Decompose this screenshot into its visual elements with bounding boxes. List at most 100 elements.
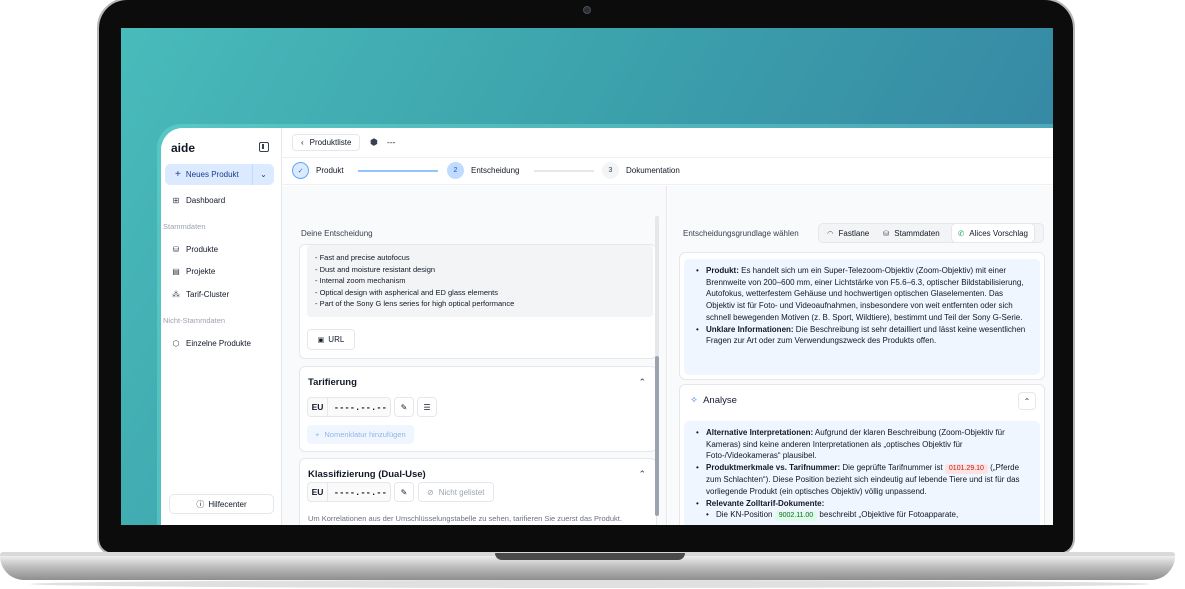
step-1-check-icon[interactable]: ✓ <box>292 162 309 179</box>
klassifizierung-card: Klassifizierung (Dual-Use) ⌃ EU ----.--.… <box>299 458 657 525</box>
back-label: Produktliste <box>309 138 352 147</box>
tab-label: Alices Vorschlag <box>969 228 1028 238</box>
tab-fastlane[interactable]: ◠ Fastlane <box>827 224 869 242</box>
topbar: ‹ Produktliste ⬢ --- <box>282 128 1053 158</box>
basis-panel: Entscheidungsgrundlage wählen ◠ Fastlane… <box>668 186 1053 525</box>
basis-selector: ◠ Fastlane ⛁ Stammdaten ✆ Alices Vorschl… <box>818 223 1044 243</box>
sparkle-icon: ✧ <box>690 395 698 406</box>
help-icon: ⓘ <box>196 499 205 509</box>
cube-icon: ⬢ <box>370 137 378 147</box>
analyse-item: Alternative Interpretationen: Aufgrund d… <box>696 427 1032 462</box>
decision-panel: Deine Entscheidung - Fast and precise au… <box>282 186 667 525</box>
edit-icon[interactable]: ✎ <box>394 482 414 502</box>
analyse-title: ✧ Analyse <box>690 395 737 406</box>
analyse-box: Alternative Interpretationen: Aufgrund d… <box>684 421 1040 525</box>
description-line: - Part of the Sony G lens series for hig… <box>315 299 515 309</box>
chevron-up-icon[interactable]: ⌃ <box>638 469 646 480</box>
edit-icon[interactable]: ✎ <box>394 397 414 417</box>
step-connector <box>358 170 438 172</box>
chevron-down-icon[interactable]: ⌄ <box>252 164 274 185</box>
add-nomenclature-label: Nomenklatur hinzufügen <box>324 430 406 439</box>
region-label: EU <box>308 398 328 416</box>
step-1-label[interactable]: Produkt <box>316 166 344 175</box>
cluster-icon: ⁂ <box>172 290 180 299</box>
help-center-label: Hilfecenter <box>208 499 247 509</box>
step-2-indicator[interactable]: 2 <box>447 162 464 179</box>
analyse-subitem: Die KN-Position 9002.11.00 beschreibt „O… <box>696 509 1032 522</box>
logo: aide <box>171 141 196 155</box>
sidebar-item-einzelne-produkte[interactable]: ⬡ Einzelne Produkte <box>171 339 251 348</box>
sidebar-item-label: Einzelne Produkte <box>186 339 251 348</box>
new-product-button[interactable]: + Neues Produkt ⌄ <box>165 164 274 185</box>
laptop-shadow <box>30 580 1150 588</box>
url-label: URL <box>328 335 345 344</box>
sidebar-section-nicht-stammdaten: Nicht-Stammdaten <box>163 316 226 325</box>
tarifierung-card: Tarifierung ⌃ EU ----.--.-- ✎ ☰ + Nomenk… <box>299 366 657 452</box>
stepper: ✓ Produkt 2 Entscheidung 3 Dokumentation <box>282 159 1053 185</box>
tarifierung-title: Tarifierung <box>308 377 357 388</box>
ban-icon: ⊘ <box>427 487 434 497</box>
step-3-label[interactable]: Dokumentation <box>626 166 680 175</box>
product-description-card: - Fast and precise autofocus - Dust and … <box>299 244 657 359</box>
step-2-label[interactable]: Entscheidung <box>471 166 519 175</box>
dual-use-code: ----.--.-- <box>334 487 388 497</box>
klassifizierung-title: Klassifizierung (Dual-Use) <box>308 469 426 480</box>
sidebar-item-label: Projekte <box>186 267 216 276</box>
tarif-hint-text: Um Korrelationen aus der Umschlüsselungs… <box>308 514 622 523</box>
tariff-number-badge: 0101.29.10 <box>944 464 988 475</box>
step-3-indicator[interactable]: 3 <box>602 162 619 179</box>
sidebar-item-dashboard[interactable]: ⊞ Dashboard <box>171 196 226 205</box>
sidebar-section-stammdaten: Stammdaten <box>163 222 206 231</box>
region-label: EU <box>308 483 328 501</box>
description-line: - Internal zoom mechanism <box>315 276 406 286</box>
new-product-label: Neues Produkt <box>185 170 239 179</box>
tab-alices-vorschlag[interactable]: ✆ Alices Vorschlag <box>952 224 1034 242</box>
decision-panel-title: Deine Entscheidung <box>301 229 373 238</box>
plus-icon: + <box>315 430 320 439</box>
sidebar: aide + Neues Produkt ⌄ ⊞ Dashboard Stamm… <box>161 128 282 525</box>
analyse-card: ✧ Analyse ⌃ Alternative Interpretationen… <box>679 384 1045 525</box>
chevron-up-icon[interactable]: ⌃ <box>1018 392 1036 410</box>
analyse-item: Relevante Zolltarif-Dokumente: <box>696 498 1032 510</box>
step-connector <box>534 170 594 172</box>
kn-position-badge: 9002.11.00 <box>774 511 818 522</box>
product-description: - Fast and precise autofocus - Dust and … <box>307 245 653 317</box>
list-icon[interactable]: ☰ <box>417 397 437 417</box>
gauge-icon: ◠ <box>827 228 834 238</box>
chevron-up-icon[interactable]: ⌃ <box>638 377 646 388</box>
description-line: - Dust and moisture resistant design <box>315 264 436 274</box>
sidebar-item-produkte[interactable]: ⛁ Produkte <box>171 245 218 254</box>
database-icon: ⛁ <box>883 228 890 238</box>
description-line: - Optical design with aspherical and ED … <box>315 287 499 297</box>
analyse-item: Produktmerkmale vs. Tarifnummer: Die gep… <box>696 462 1032 497</box>
dual-use-code-field[interactable]: EU ----.--.-- <box>307 482 391 502</box>
summary-card: Produkt: Es handelt sich um ein Super-Te… <box>679 252 1045 380</box>
scrollbar-thumb[interactable] <box>655 356 659 516</box>
sidebar-item-projekte[interactable]: ▤ Projekte <box>171 267 215 276</box>
help-center-button[interactable]: ⓘ Hilfecenter <box>169 494 274 514</box>
tab-label: Stammdaten <box>894 228 940 238</box>
url-button[interactable]: ▣ URL <box>307 329 355 350</box>
sidebar-collapse-icon[interactable] <box>259 142 269 152</box>
scrollbar[interactable] <box>655 216 659 516</box>
tarif-code-field[interactable]: EU ----.--.-- <box>307 397 391 417</box>
sidebar-item-label: Produkte <box>186 245 219 254</box>
chat-icon: ✆ <box>958 228 965 238</box>
add-nomenclature-button[interactable]: + Nomenklatur hinzufügen <box>307 425 414 444</box>
not-listed-button[interactable]: ⊘ Nicht gelistet <box>418 482 494 502</box>
not-listed-label: Nicht gelistet <box>438 487 485 497</box>
laptop-screen: aide + Neues Produkt ⌄ ⊞ Dashboard Stamm… <box>121 28 1053 525</box>
plus-icon: + <box>175 169 181 180</box>
back-to-product-list-button[interactable]: ‹ Produktliste <box>292 134 361 151</box>
tab-stammdaten[interactable]: ⛁ Stammdaten <box>883 224 940 242</box>
tab-label: Fastlane <box>838 228 870 238</box>
clipboard-icon: ▤ <box>172 267 180 276</box>
basis-selector-label: Entscheidungsgrundlage wählen <box>683 229 799 238</box>
tarif-code: ----.--.-- <box>334 402 388 412</box>
sidebar-item-tarif-cluster[interactable]: ⁂ Tarif-Cluster <box>171 290 229 299</box>
description-line: - Fast and precise autofocus <box>315 253 410 262</box>
summary-item: Unklare Informationen: Die Beschreibung … <box>696 324 1032 347</box>
chevron-left-icon: ‹ <box>301 138 304 147</box>
summary-box: Produkt: Es handelt sich um ein Super-Te… <box>684 259 1040 375</box>
sidebar-item-label: Dashboard <box>186 196 226 205</box>
